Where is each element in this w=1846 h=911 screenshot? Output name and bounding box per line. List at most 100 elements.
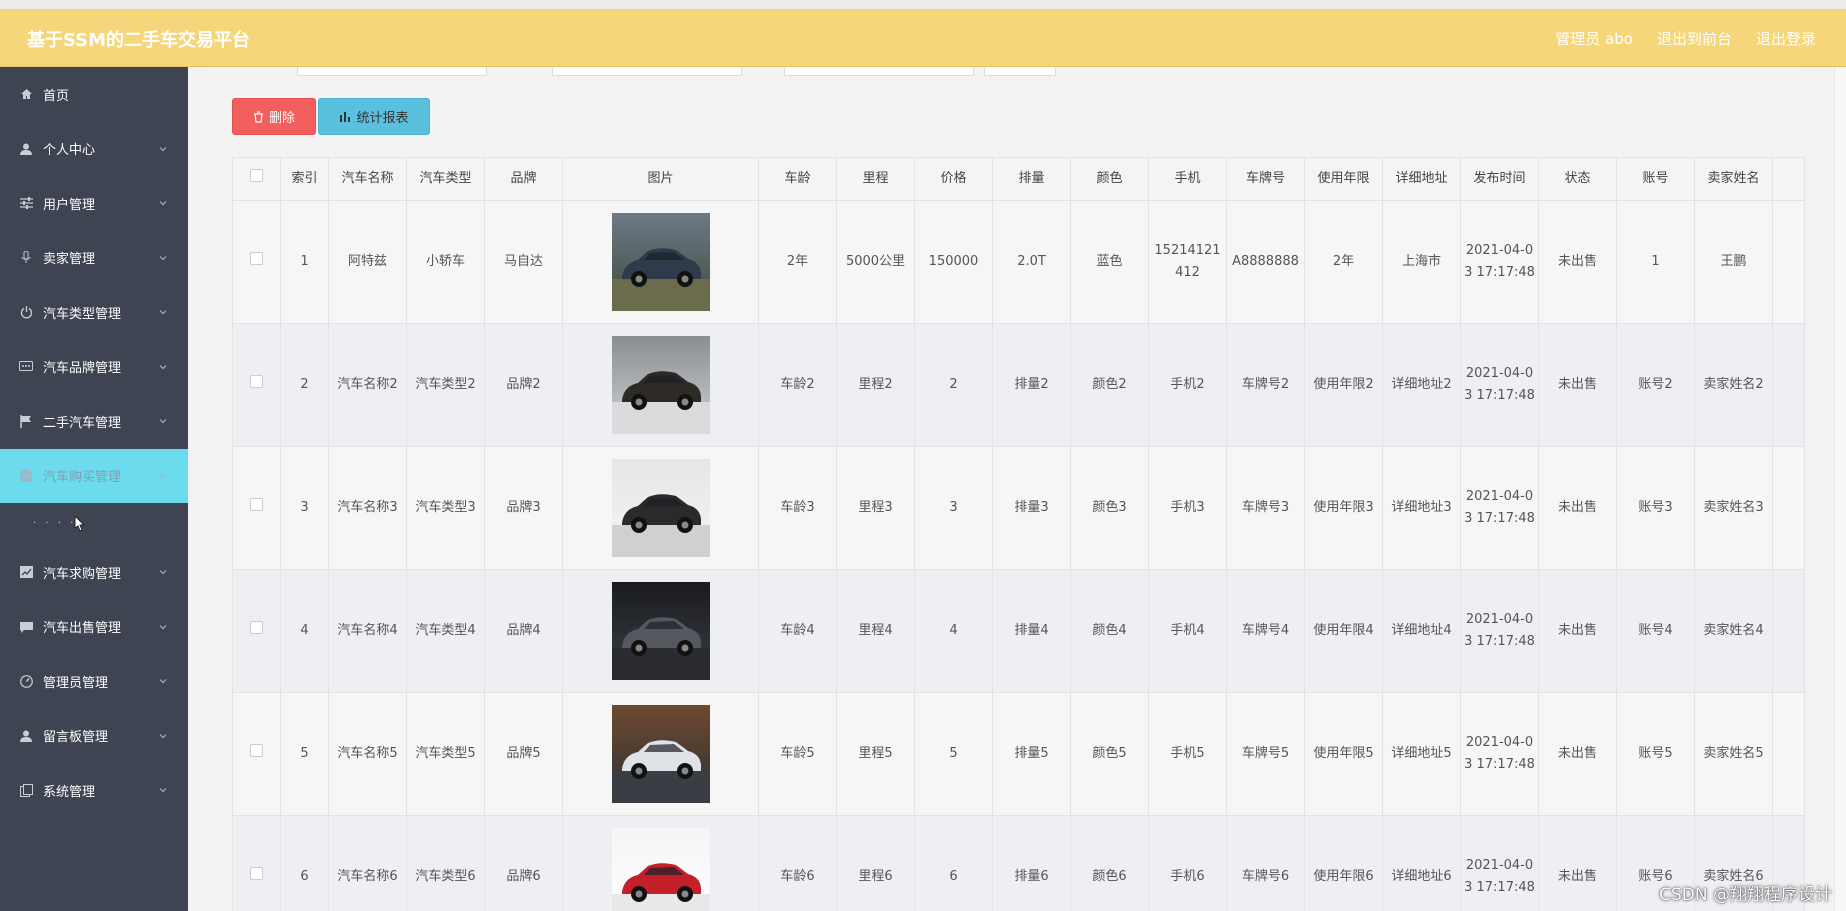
bar-chart-icon (340, 112, 351, 122)
car-image[interactable] (611, 705, 710, 803)
cell-account: 账号3 (1616, 446, 1695, 570)
row-select-cell[interactable] (232, 692, 281, 816)
cell-price: 150000 (914, 200, 993, 324)
search-field-2[interactable] (552, 67, 742, 76)
actions-cell[interactable] (1772, 446, 1805, 570)
cell-type: 汽车类型4 (406, 569, 485, 693)
chevron-down-icon (159, 570, 167, 575)
table-row[interactable]: 3 汽车名称3 汽车类型3 品牌3 车龄3 里程3 3 排量3 颜色3 手机3 车牌号3 使用年限3 详… (232, 446, 1805, 570)
chevron-down-icon (159, 255, 167, 261)
sidebar-item-9[interactable]: 汽车出售管理 (0, 600, 188, 655)
row-select-cell[interactable] (232, 815, 281, 911)
search-field-3[interactable] (784, 67, 974, 76)
delete-button[interactable]: 删除 (232, 98, 316, 135)
sidebar-item-label: 首页 (43, 88, 70, 104)
cell-status: 未出售 (1538, 815, 1617, 911)
cell-phone: 15214121412 (1148, 200, 1227, 324)
image-cell (562, 692, 759, 816)
submenu-expanded[interactable]: · · · · (0, 503, 188, 545)
cell-idx: 6 (280, 815, 329, 911)
chevron-down-icon (159, 624, 167, 630)
sidebar-item-12[interactable]: 系统管理 (0, 763, 188, 818)
row-checkbox[interactable] (250, 375, 263, 388)
cell-name: 阿特兹 (328, 200, 407, 324)
cell-idx: 5 (280, 692, 329, 816)
table-row[interactable]: 2 汽车名称2 汽车类型2 品牌2 车龄2 里程2 2 排量2 颜色2 手机2 车牌号2 使用年限2 详… (232, 323, 1805, 447)
car-image[interactable] (611, 336, 710, 434)
cell-address: 详细地址5 (1382, 692, 1461, 816)
row-select-cell[interactable] (232, 200, 281, 324)
actions-cell[interactable] (1772, 569, 1805, 693)
sidebar-item-label: 汽车购买管理 (43, 470, 122, 486)
row-checkbox[interactable] (250, 867, 263, 880)
main-content: 删除 统计报表 索引 汽车名称 汽车类型 品牌 图片 车龄 里程 价格 排量 颜色 手机 车牌号 使用年… (212, 67, 1805, 911)
submenu-item-label: · · · · (33, 518, 77, 529)
select-all-cell[interactable] (232, 157, 281, 201)
sidebar-item-4[interactable]: 汽车类型管理 (0, 285, 188, 340)
sidebar-item-6[interactable]: 二手汽车管理 (0, 394, 188, 449)
sidebar-item-label: 系统管理 (43, 784, 96, 800)
cell-plate: 车牌号2 (1226, 323, 1305, 447)
car-image[interactable] (611, 828, 710, 911)
page-scrollbar[interactable] (1834, 67, 1846, 911)
cell-color: 颜色3 (1070, 446, 1149, 570)
sidebar-item-label: 管理员管理 (43, 675, 109, 691)
logout-link[interactable]: 退出登录 (1756, 28, 1816, 49)
table-row[interactable]: 4 汽车名称4 汽车类型4 品牌4 车龄4 里程4 4 排量4 颜色4 手机4 车牌号4 使用年限4 详… (232, 569, 1805, 693)
column-header: 账号 (1616, 157, 1695, 201)
column-header: 发布时间 (1460, 157, 1539, 201)
sidebar-item-10[interactable]: 管理员管理 (0, 654, 188, 709)
top-header: 基于SSM的二手车交易平台 管理员 abo 退出到前台 退出登录 (0, 9, 1846, 67)
row-checkbox[interactable] (250, 252, 263, 265)
row-checkbox[interactable] (250, 498, 263, 511)
image-cell (562, 815, 759, 911)
row-checkbox[interactable] (250, 744, 263, 757)
sidebar-item-5[interactable]: 汽车品牌管理 (0, 340, 188, 395)
sidebar-item-label: 个人中心 (43, 143, 96, 159)
sidebar-item-2[interactable]: 用户管理 (0, 176, 188, 231)
row-select-cell[interactable] (232, 446, 281, 570)
sidebar-item-8[interactable]: 汽车求购管理 (0, 545, 188, 600)
search-button[interactable] (984, 67, 1056, 76)
search-field-1[interactable] (297, 67, 487, 76)
actions-cell[interactable] (1772, 323, 1805, 447)
cell-color: 颜色6 (1070, 815, 1149, 911)
cell-address: 上海市 (1382, 200, 1461, 324)
delete-button-label: 删除 (268, 111, 295, 126)
cell-price: 5 (914, 692, 993, 816)
cell-displacement: 排量4 (992, 569, 1071, 693)
statistics-report-button[interactable]: 统计报表 (318, 98, 430, 135)
sidebar-item-11[interactable]: 留言板管理 (0, 709, 188, 764)
row-checkbox[interactable] (250, 621, 263, 634)
row-select-cell[interactable] (232, 323, 281, 447)
actions-cell[interactable] (1772, 200, 1805, 324)
sidebar-item-label: 汽车品牌管理 (43, 361, 122, 377)
column-header: 里程 (836, 157, 915, 201)
cell-color: 颜色2 (1070, 323, 1149, 447)
actions-cell[interactable] (1772, 692, 1805, 816)
sidebar-item-3[interactable]: 卖家管理 (0, 231, 188, 286)
car-image[interactable] (611, 213, 710, 311)
microphone-icon (18, 250, 34, 266)
cell-mileage: 里程4 (836, 569, 915, 693)
exit-to-front-link[interactable]: 退出到前台 (1657, 28, 1732, 49)
sidebar-item-1[interactable]: 个人中心 (0, 122, 188, 177)
select-all-checkbox[interactable] (250, 169, 263, 182)
sidebar-item-label: 留言板管理 (43, 730, 109, 746)
admin-user-label: 管理员 abo (1555, 30, 1633, 48)
car-image[interactable] (611, 459, 710, 557)
cell-address: 详细地址4 (1382, 569, 1461, 693)
cell-time: 2021-04-03 17:17:48 (1460, 200, 1539, 324)
sidebar-item-7[interactable]: 汽车购买管理 (0, 448, 188, 503)
table-row[interactable]: 1 阿特兹 小轿车 马自达 2年 5000公里 150000 2.0T 蓝色 1521412141… (232, 200, 1805, 324)
car-image[interactable] (611, 582, 710, 680)
cell-brand: 品牌3 (484, 446, 563, 570)
table-row[interactable]: 5 汽车名称5 汽车类型5 品牌5 车龄5 里程5 5 排量5 颜色5 手机5 车牌号5 使用年限5 详… (232, 692, 1805, 816)
table-row[interactable]: 6 汽车名称6 汽车类型6 品牌6 车龄6 里程6 6 排量6 颜色6 手机6 车牌号6 使用年限6 详… (232, 815, 1805, 911)
row-select-cell[interactable] (232, 569, 281, 693)
cell-plate: 车牌号6 (1226, 815, 1305, 911)
cell-time: 2021-04-03 17:17:48 (1460, 569, 1539, 693)
sidebar-item-0[interactable]: 首页 (0, 67, 188, 122)
home-icon (18, 86, 34, 102)
cell-time: 2021-04-03 17:17:48 (1460, 815, 1539, 911)
